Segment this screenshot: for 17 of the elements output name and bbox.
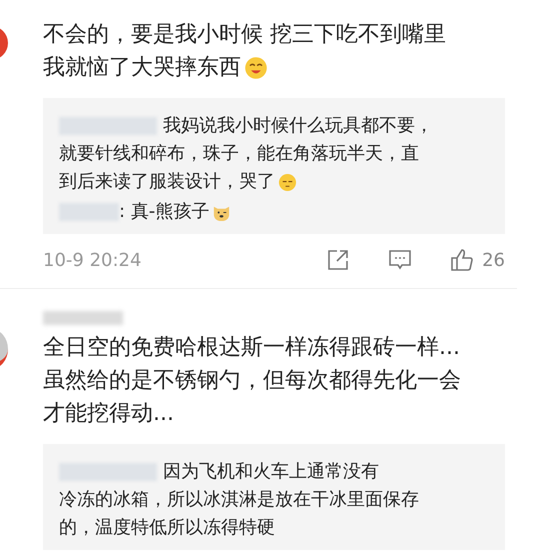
timestamp: 10-9 20:24 xyxy=(43,250,142,270)
comment-text: 不会的，要是我小时候 挖三下吃不到嘴里 xyxy=(43,21,446,49)
comment-text: 我就恼了大哭摔东西 xyxy=(43,54,241,82)
reply-text: 我妈说我小时候什么玩具都不要， xyxy=(163,114,433,138)
reply-text: 因为飞机和火车上通常没有 xyxy=(163,460,379,484)
reply-text: 到后来读了服装设计，哭了 xyxy=(59,170,275,194)
comment-text: 全日空的免费哈根达斯一样冻得跟砖一样... xyxy=(43,334,460,362)
reply-text: 的，温度特低所以冻得特硬 xyxy=(59,516,275,540)
reply-text: 就要针线和碎布，珠子，能在角落玩半天，直 xyxy=(59,142,419,166)
comment-text: 才能挖得动... xyxy=(43,400,174,428)
comment-icon[interactable] xyxy=(388,248,412,272)
like-button[interactable]: 26 xyxy=(450,248,505,272)
thumbs-up-icon xyxy=(450,248,474,272)
comment-text: 虽然给的是不锈钢勺，但每次都得先化一会 xyxy=(43,367,461,395)
reply-text: : 真-熊孩子 xyxy=(119,200,210,224)
share-icon[interactable] xyxy=(326,248,350,272)
reply-text: 冷冻的冰箱，所以冰淇淋是放在干冰里面保存 xyxy=(59,488,419,512)
